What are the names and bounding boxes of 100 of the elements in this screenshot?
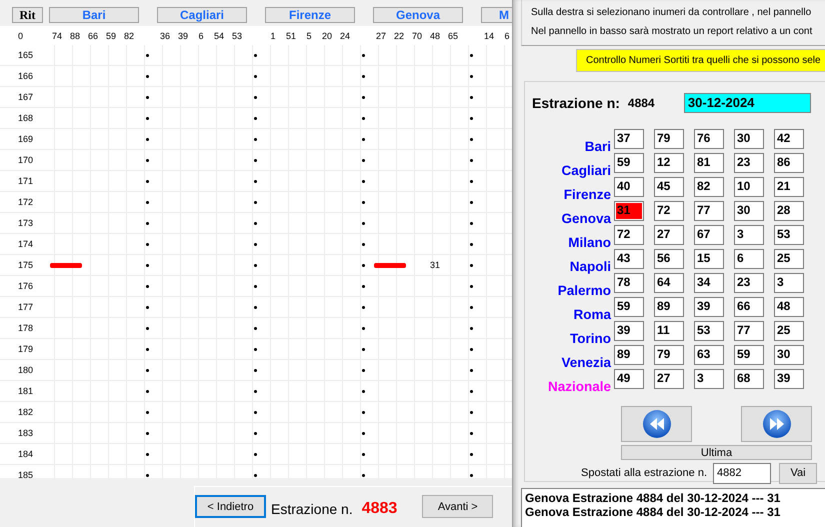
number-field[interactable]: 21 xyxy=(774,177,804,197)
dot-marker xyxy=(254,138,256,140)
number-field[interactable]: 23 xyxy=(734,273,764,293)
number-field[interactable]: 39 xyxy=(774,369,804,389)
number-field[interactable]: 82 xyxy=(694,177,724,197)
wheel-header-button[interactable]: Genova xyxy=(373,7,463,23)
number-field[interactable]: 27 xyxy=(654,225,684,245)
dot-marker xyxy=(254,368,256,372)
number-field[interactable]: 53 xyxy=(774,225,804,245)
number-field[interactable]: 28 xyxy=(774,201,804,221)
number-field[interactable]: 81 xyxy=(694,153,724,173)
number-field[interactable]: 59 xyxy=(734,345,764,365)
wheel-header-button[interactable]: Cagliari xyxy=(157,7,247,23)
dot-marker xyxy=(470,306,472,308)
dot-marker xyxy=(254,180,256,182)
number-field[interactable]: 39 xyxy=(614,321,644,341)
go-button[interactable]: Vai xyxy=(779,462,817,484)
back-button[interactable]: < Indietro xyxy=(195,495,266,518)
number-field[interactable]: 30 xyxy=(734,129,764,149)
wheel-name: Cagliari xyxy=(560,163,611,178)
wheel-header-button[interactable]: Firenze xyxy=(265,7,355,23)
number-field[interactable]: 89 xyxy=(654,297,684,317)
number-field[interactable]: 37 xyxy=(614,129,644,149)
drawn-number: 22 xyxy=(392,30,405,40)
check-numbers-button[interactable]: Controllo Numeri Sortiti tra quelli che si possono sele xyxy=(576,49,825,72)
dot-marker xyxy=(362,158,364,162)
dot-marker xyxy=(362,242,364,246)
number-field[interactable]: 45 xyxy=(654,177,684,197)
wheel-header-button[interactable]: Bari xyxy=(49,7,139,23)
number-field[interactable]: 66 xyxy=(734,297,764,317)
dot-marker xyxy=(254,242,256,246)
number-field[interactable]: 3 xyxy=(734,225,764,245)
number-field[interactable]: 76 xyxy=(694,129,724,149)
drawn-number: 53 xyxy=(230,30,243,40)
number-field[interactable]: 31 xyxy=(614,201,644,221)
number-field[interactable]: 77 xyxy=(734,321,764,341)
number-field[interactable]: 68 xyxy=(734,369,764,389)
number-field[interactable]: 67 xyxy=(694,225,724,245)
dot-marker xyxy=(470,138,472,140)
dot-marker xyxy=(146,116,148,120)
number-field[interactable]: 12 xyxy=(654,153,684,173)
jump-field[interactable]: 4882 xyxy=(713,462,771,484)
number-field[interactable]: 27 xyxy=(654,369,684,389)
forward-button[interactable]: Avanti > xyxy=(422,495,494,518)
number-field[interactable]: 25 xyxy=(774,321,804,341)
number-field[interactable]: 77 xyxy=(694,201,724,221)
wheel-header-button[interactable]: M xyxy=(481,7,512,23)
date-field[interactable]: 30-12-2024 xyxy=(684,93,811,113)
number-field[interactable]: 6 xyxy=(734,249,764,269)
number-field[interactable]: 23 xyxy=(734,153,764,173)
number-field[interactable]: 89 xyxy=(614,345,644,365)
number-field[interactable]: 79 xyxy=(654,129,684,149)
number-field[interactable]: 59 xyxy=(614,297,644,317)
number-field[interactable]: 39 xyxy=(694,297,724,317)
number-field[interactable]: 53 xyxy=(694,321,724,341)
number-field[interactable]: 86 xyxy=(774,153,804,173)
number-field[interactable]: 72 xyxy=(614,225,644,245)
dot-marker xyxy=(254,306,256,308)
dot-marker xyxy=(470,54,472,56)
next-button[interactable] xyxy=(741,406,812,442)
dot-marker xyxy=(362,326,364,330)
dot-marker xyxy=(362,474,364,476)
dot-marker xyxy=(470,368,472,372)
number-field[interactable]: 42 xyxy=(774,129,804,149)
number-field[interactable]: 30 xyxy=(774,345,804,365)
dot-marker xyxy=(362,306,364,308)
number-field[interactable]: 25 xyxy=(774,249,804,269)
column-header[interactable]: Rit xyxy=(12,7,43,23)
number-field[interactable]: 64 xyxy=(654,273,684,293)
dot-marker xyxy=(254,200,256,204)
dot-marker xyxy=(470,74,472,78)
number-field[interactable]: 40 xyxy=(614,177,644,197)
number-field[interactable]: 63 xyxy=(694,345,724,365)
wheel-name: Bari xyxy=(584,139,611,154)
number-field[interactable]: 43 xyxy=(614,249,644,269)
draw-label: Estrazione n: xyxy=(532,95,620,111)
dot-marker xyxy=(470,474,472,476)
number-field[interactable]: 3 xyxy=(694,369,724,389)
number-field[interactable]: 10 xyxy=(734,177,764,197)
number-field[interactable]: 3 xyxy=(774,273,804,293)
number-field[interactable]: 79 xyxy=(654,345,684,365)
number-field[interactable]: 48 xyxy=(774,297,804,317)
dot-marker xyxy=(254,116,256,120)
dot-marker xyxy=(362,180,364,182)
number-field[interactable]: 11 xyxy=(654,321,684,341)
number-field[interactable]: 30 xyxy=(734,201,764,221)
number-field[interactable]: 56 xyxy=(654,249,684,269)
dot-marker xyxy=(362,138,364,140)
previous-button[interactable] xyxy=(621,406,692,442)
drawn-number: 14 xyxy=(482,30,495,40)
dot-marker xyxy=(146,432,148,434)
number-field[interactable]: 49 xyxy=(614,369,644,389)
dot-marker xyxy=(254,432,256,434)
number-field[interactable]: 78 xyxy=(614,273,644,293)
number-field[interactable]: 15 xyxy=(694,249,724,269)
dot-marker xyxy=(254,284,256,288)
number-field[interactable]: 59 xyxy=(614,153,644,173)
number-field[interactable]: 72 xyxy=(654,201,684,221)
number-field[interactable]: 34 xyxy=(694,273,724,293)
last-button[interactable]: Ultima xyxy=(621,445,812,460)
